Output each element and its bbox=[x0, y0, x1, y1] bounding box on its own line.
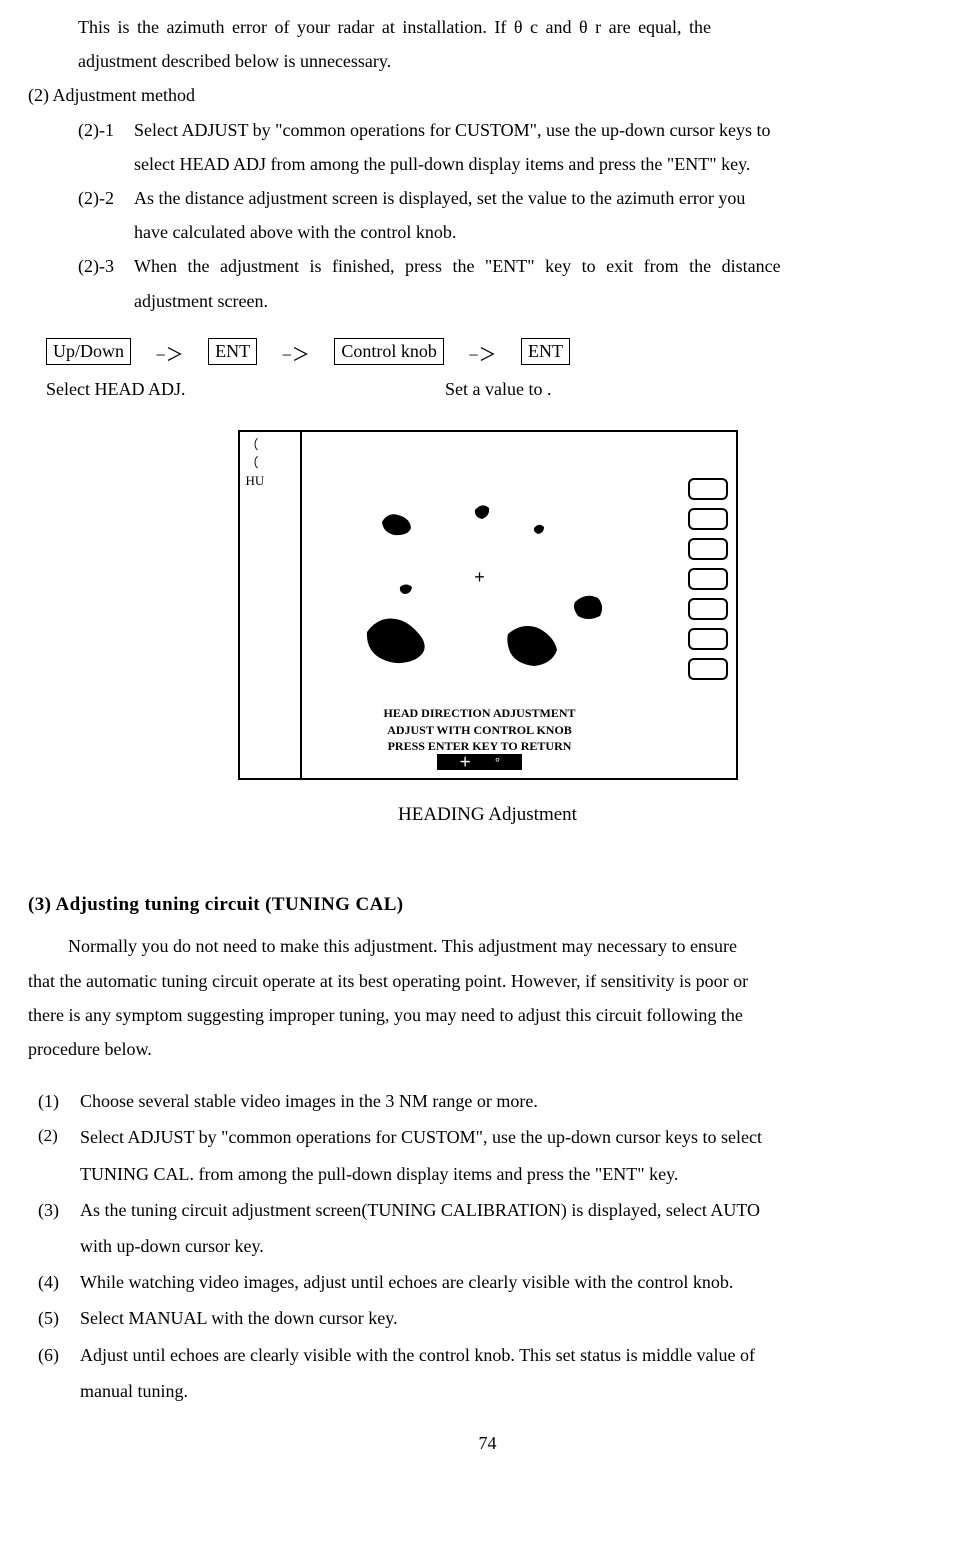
adjustment-method-heading: (2) Adjustment method bbox=[28, 78, 947, 112]
radar-overlay-value: ＋ ° bbox=[437, 754, 522, 770]
flow-caption-2: Set a value to . bbox=[445, 372, 551, 406]
radar-overlay-line2: ADJUST WITH CONTROL KNOB bbox=[302, 722, 658, 738]
softkey-5[interactable] bbox=[688, 598, 728, 620]
softkey-2[interactable] bbox=[688, 508, 728, 530]
radar-left-label-2: （ bbox=[246, 454, 265, 472]
section3-p1: Normally you do not need to make this ad… bbox=[28, 929, 947, 963]
flow-box-ent-1: ENT bbox=[208, 338, 257, 365]
softkey-3[interactable] bbox=[688, 538, 728, 560]
section3-p3: there is any symptom suggesting improper… bbox=[28, 998, 947, 1032]
flow-arrow-3: −＞ bbox=[468, 345, 496, 365]
radar-overlay-line1: HEAD DIRECTION ADJUSTMENT bbox=[302, 705, 658, 721]
s3-item2-num: (2) bbox=[38, 1120, 80, 1154]
step-2-3-line1: When the adjustment is finished, press t… bbox=[134, 249, 947, 283]
radar-screen: （ （ HU + bbox=[238, 430, 738, 780]
s3-item1-text: Choose several stable video images in th… bbox=[80, 1084, 947, 1118]
s3-item1-num: (1) bbox=[38, 1084, 80, 1118]
flow-box-ent-2: ENT bbox=[521, 338, 570, 365]
step-2-2-line1: As the distance adjustment screen is dis… bbox=[134, 181, 947, 215]
step-2-3-label: (2)-3 bbox=[78, 249, 134, 283]
section3-heading: (3) Adjusting tuning circuit (TUNING CAL… bbox=[28, 887, 947, 923]
s3-item2-line2: TUNING CAL. from among the pull-down dis… bbox=[80, 1157, 947, 1191]
s3-item4-num: (4) bbox=[38, 1265, 80, 1299]
s3-item5-num: (5) bbox=[38, 1301, 80, 1335]
s3-item3-line1: As the tuning circuit adjustment screen(… bbox=[80, 1193, 947, 1227]
s3-item4-text: While watching video images, adjust unti… bbox=[80, 1265, 947, 1299]
flow-caption-1: Select HEAD ADJ. bbox=[46, 372, 185, 406]
azimuth-error-line1: This is the azimuth error of your radar … bbox=[28, 10, 947, 44]
radar-overlay-line3: PRESS ENTER KEY TO RETURN bbox=[302, 738, 658, 754]
step-2-1-line2: select HEAD ADJ from among the pull-down… bbox=[28, 147, 947, 181]
s3-item5-text: Select MANUAL with the down cursor key. bbox=[80, 1301, 947, 1335]
softkey-6[interactable] bbox=[688, 628, 728, 650]
softkey-4[interactable] bbox=[688, 568, 728, 590]
radar-softkey-column bbox=[688, 478, 728, 680]
step-2-2-label: (2)-2 bbox=[78, 181, 134, 215]
flow-arrow-2: −＞ bbox=[282, 345, 310, 365]
radar-caption: HEADING Adjustment bbox=[28, 797, 947, 833]
step-2-2-line2: have calculated above with the control k… bbox=[28, 215, 947, 249]
s3-item3-line2: with up-down cursor key. bbox=[80, 1229, 947, 1263]
radar-echo-area: + HEAD DIRECTION ADJUS bbox=[302, 432, 658, 778]
s3-item3-num: (3) bbox=[38, 1193, 80, 1227]
page-number: 74 bbox=[28, 1426, 947, 1460]
step-2-1-label: (2)-1 bbox=[78, 113, 134, 147]
azimuth-error-line2: adjustment described below is unnecessar… bbox=[28, 44, 947, 78]
flow-box-control-knob: Control knob bbox=[334, 338, 444, 365]
radar-center-cross-icon: + bbox=[474, 560, 485, 594]
softkey-1[interactable] bbox=[688, 478, 728, 500]
s3-item6-num: (6) bbox=[38, 1338, 80, 1372]
s3-item6-line1: Adjust until echoes are clearly visible … bbox=[80, 1338, 947, 1372]
step-2-1-line1: Select ADJUST by "common operations for … bbox=[134, 113, 947, 147]
flow-arrow-1: −＞ bbox=[156, 345, 184, 365]
softkey-7[interactable] bbox=[688, 658, 728, 680]
s3-item6-line2: manual tuning. bbox=[80, 1374, 947, 1408]
section3-p2: that the automatic tuning circuit operat… bbox=[28, 964, 947, 998]
step-2-3-line2: adjustment screen. bbox=[28, 284, 947, 318]
radar-left-label-1: （ bbox=[246, 436, 265, 454]
radar-hu-label: HU bbox=[246, 472, 265, 490]
flow-box-updown: Up/Down bbox=[46, 338, 131, 365]
section3-p4: procedure below. bbox=[28, 1032, 947, 1066]
s3-item2-line1: Select ADJUST by "common operations for … bbox=[80, 1120, 947, 1154]
